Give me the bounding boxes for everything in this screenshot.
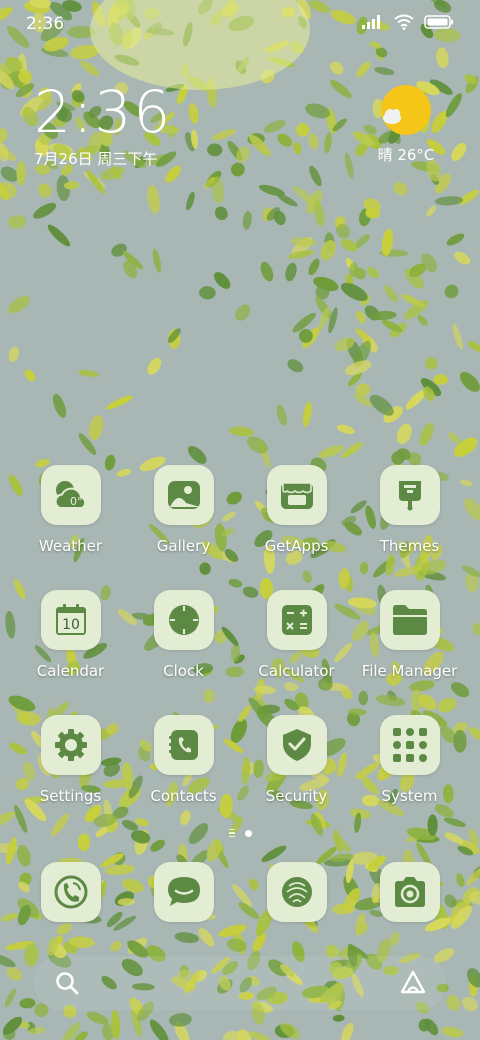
weather-badge: 0° xyxy=(70,495,83,508)
page-dot-active xyxy=(244,829,252,837)
app-label: Gallery xyxy=(156,537,211,555)
app-weather[interactable]: 0° Weather xyxy=(14,465,127,555)
gallery-icon xyxy=(153,465,214,525)
app-label: Contacts xyxy=(150,787,217,805)
app-calendar[interactable]: 10 Calendar xyxy=(14,590,127,680)
calendar-date: 10 xyxy=(62,617,80,633)
clock-icon xyxy=(153,590,214,650)
getapps-icon xyxy=(266,465,327,525)
app-security[interactable]: Security xyxy=(240,715,353,805)
app-label: GetApps xyxy=(264,537,329,555)
battery-icon xyxy=(424,15,453,29)
app-gallery[interactable]: Gallery xyxy=(127,465,240,555)
widget-date: 7月26日 周三下午 xyxy=(34,150,158,168)
app-label: System xyxy=(381,787,438,805)
shield-icon xyxy=(266,715,327,775)
dock-phone[interactable] xyxy=(14,862,127,922)
phone-icon xyxy=(40,862,101,922)
app-getapps[interactable]: GetApps xyxy=(240,465,353,555)
app-calculator[interactable]: Calculator xyxy=(240,590,353,680)
browser-icon xyxy=(266,862,327,922)
calendar-icon: 10 xyxy=(40,590,101,650)
app-themes[interactable]: Themes xyxy=(353,465,466,555)
calculator-icon xyxy=(266,590,327,650)
app-label: File Manager xyxy=(361,662,458,680)
dock-browser[interactable] xyxy=(240,862,353,922)
camera-icon xyxy=(379,862,440,922)
signal-icon xyxy=(362,15,380,29)
widget-time: 2:36 xyxy=(34,78,173,146)
app-settings[interactable]: Settings xyxy=(14,715,127,805)
app-label: Calculator xyxy=(258,662,335,680)
dock-messages[interactable] xyxy=(127,862,240,922)
app-system-folder[interactable]: System xyxy=(353,715,466,805)
assistant-icon[interactable] xyxy=(398,968,428,998)
bottom-search-bar xyxy=(34,956,446,1010)
themes-icon xyxy=(379,465,440,525)
page-indicator[interactable] xyxy=(0,829,480,837)
settings-icon xyxy=(40,715,101,775)
app-clock[interactable]: Clock xyxy=(127,590,240,680)
search-icon[interactable] xyxy=(52,968,82,998)
weather-widget[interactable]: 晴 26°C xyxy=(366,84,446,165)
app-label: Weather xyxy=(38,537,103,555)
app-label: Security xyxy=(265,787,328,805)
app-contacts[interactable]: Contacts xyxy=(127,715,240,805)
app-label: Clock xyxy=(163,662,204,680)
app-label: Calendar xyxy=(36,662,105,680)
status-icons xyxy=(362,14,454,30)
status-bar: 2:36 xyxy=(0,0,480,50)
page-menu-icon xyxy=(228,829,235,837)
contacts-icon xyxy=(153,715,214,775)
weather-icon: 0° xyxy=(40,465,101,525)
wifi-icon xyxy=(394,14,414,30)
clock-widget[interactable]: 2:36 7月26日 周三下午 xyxy=(34,80,172,169)
app-label: Themes xyxy=(379,537,440,555)
folder-icon xyxy=(379,590,440,650)
messages-icon xyxy=(153,862,214,922)
system-folder-icon xyxy=(379,715,440,775)
weather-text: 晴 26°C xyxy=(377,146,435,164)
status-time: 2:36 xyxy=(26,14,65,34)
dock-camera[interactable] xyxy=(353,862,466,922)
sun-cloud-icon xyxy=(380,84,432,136)
app-label: Settings xyxy=(39,787,102,805)
app-file-manager[interactable]: File Manager xyxy=(353,590,466,680)
